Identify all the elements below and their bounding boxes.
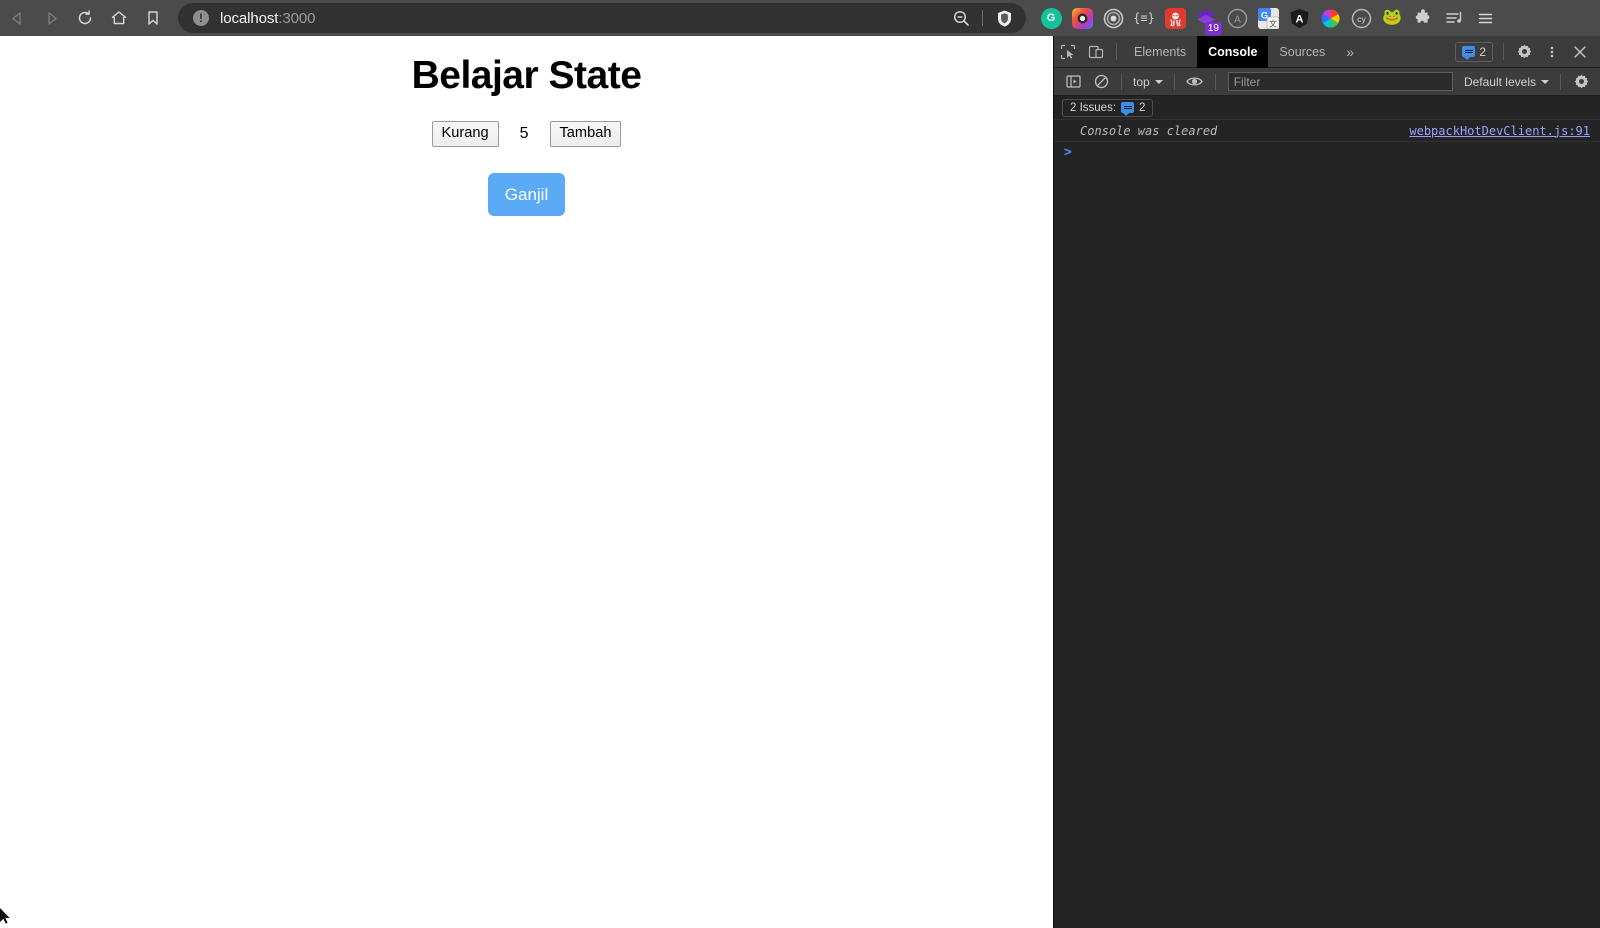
omnibox-actions [949,6,1016,30]
execution-context-selector[interactable]: top [1129,75,1167,89]
tab-console[interactable]: Console [1197,35,1269,68]
console-log-row[interactable]: Console was cleared webpackHotDevClient.… [1054,120,1600,142]
console-log-message: Console was cleared [1080,123,1218,138]
console-filter-input[interactable] [1227,72,1453,91]
issues-label: 2 Issues: [1070,101,1117,114]
url-host: localhost [220,9,279,27]
chevron-down-icon [1541,79,1549,84]
counter-value: 5 [519,124,529,142]
devtools-tabbar-actions: 2 [1455,39,1600,65]
purple-stack-extension-icon[interactable]: 19 [1191,3,1222,35]
console-toolbar-divider-2 [1173,73,1175,90]
cypress-extension-icon[interactable]: cy [1346,3,1376,33]
issues-badge-button[interactable]: 2 [1455,41,1493,62]
log-levels-selector[interactable]: Default levels [1460,75,1553,89]
browser-toolbar: localhost:3000 G {≡} 19 A G 文 A cy 🐸 [0,0,1600,36]
frog-extension-icon[interactable]: 🐸 [1377,3,1407,33]
live-expression-eye-icon[interactable] [1182,71,1208,93]
more-tabs-button[interactable]: » [1336,36,1364,68]
issues-count: 2 [1139,101,1146,114]
issue-badge-count: 2 [1479,44,1486,59]
not-secure-info-icon[interactable] [192,9,210,27]
page-title: Belajar State [411,54,642,97]
tab-sources[interactable]: Sources [1268,36,1336,68]
page-viewport: Belajar State Kurang 5 Tambah Ganjil [0,36,1053,928]
zoom-out-magnifier-icon[interactable] [949,6,973,30]
decrement-button[interactable]: Kurang [431,120,499,148]
console-prompt-caret-icon: > [1064,145,1072,160]
issues-bar: 2 Issues: 2 [1054,96,1600,120]
home-button[interactable] [102,3,136,33]
console-toolbar-divider-3 [1214,73,1216,90]
log-levels-label: Default levels [1463,74,1536,89]
octopus-red-extension-icon[interactable] [1160,3,1190,33]
back-button[interactable] [0,3,34,33]
parity-row: Ganjil [0,173,1053,217]
extensions-bar: G {≡} 19 A G 文 A cy 🐸 [1036,3,1500,35]
clear-console-icon[interactable] [1088,71,1114,93]
tabbar-actions-divider [1503,43,1504,60]
mouse-cursor-icon [0,908,12,926]
devtools-panel: Elements Console Sources » 2 top Filter … [1053,35,1600,928]
console-log-area[interactable]: Console was cleared webpackHotDevClient.… [1054,120,1600,928]
svg-text:A: A [1234,14,1241,25]
bookmark-button[interactable] [136,3,170,33]
google-translate-extension-icon[interactable]: G 文 [1253,3,1283,33]
more-vertical-icon[interactable] [1538,39,1566,65]
console-sidebar-icon[interactable] [1060,71,1086,93]
console-toolbar-divider-4 [1560,73,1561,90]
svg-text:文: 文 [1269,18,1277,28]
svg-text:cy: cy [1357,14,1366,24]
url-port: :3000 [278,9,316,27]
chevron-down-icon [1154,79,1163,84]
brave-shields-lion-icon[interactable] [992,6,1016,30]
counter-controls: Kurang 5 Tambah [0,120,1053,148]
device-toolbar-icon[interactable] [1082,39,1110,65]
close-icon[interactable] [1566,39,1594,65]
console-toolbar: top Default levels [1054,68,1600,96]
console-settings-gear-icon[interactable] [1568,71,1594,93]
issue-bubble-icon [1462,46,1476,60]
inspect-element-icon[interactable] [1054,39,1082,65]
reload-button[interactable] [68,3,102,33]
gray-a-extension-icon[interactable]: A [1222,3,1252,33]
parity-button[interactable]: Ganjil [487,173,566,217]
extensions-puzzle-icon[interactable] [1408,3,1438,33]
extension-badge-count: 19 [1204,22,1222,35]
tabbar-divider [1116,43,1117,60]
console-toolbar-divider [1121,73,1122,90]
console-prompt-row[interactable]: > [1054,142,1600,163]
url-text[interactable]: localhost:3000 [220,10,949,27]
grammarly-extension-icon[interactable]: G [1036,3,1066,33]
target-rings-extension-icon[interactable] [1098,3,1128,33]
forward-button[interactable] [34,3,68,33]
devtools-tabbar: Elements Console Sources » 2 [1054,35,1600,68]
angular-extension-icon[interactable]: A [1284,3,1314,33]
json-formatter-extension-icon[interactable]: {≡} [1129,3,1159,33]
color-picker-extension-icon[interactable] [1315,3,1345,33]
increment-button[interactable]: Tambah [549,120,622,148]
omnibox-divider [982,10,983,26]
address-bar[interactable]: localhost:3000 [178,3,1026,33]
gear-icon[interactable] [1510,39,1538,65]
issues-summary-button[interactable]: 2 Issues: 2 [1062,98,1154,117]
browser-menu-icon[interactable] [1470,3,1500,33]
console-log-source-link[interactable]: webpackHotDevClient.js:91 [1409,124,1590,138]
screenshot-camera-extension-icon[interactable] [1067,3,1097,33]
execution-context-label: top [1133,74,1150,89]
tab-elements[interactable]: Elements [1123,36,1197,68]
media-playlist-icon[interactable] [1439,3,1469,33]
issue-bubble-icon [1121,102,1135,116]
svg-text:A: A [1295,13,1303,25]
react-app-root: Belajar State Kurang 5 Tambah Ganjil [0,36,1053,217]
